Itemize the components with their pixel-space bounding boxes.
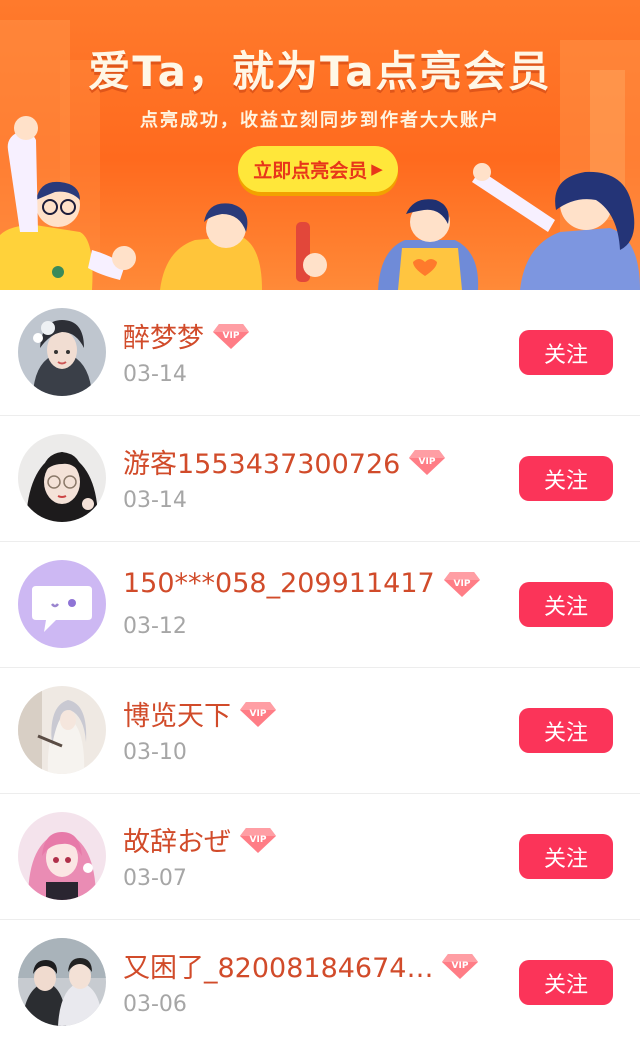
vip-diamond-icon: VIP <box>443 571 480 597</box>
vip-diamond-icon: VIP <box>442 953 479 979</box>
vip-diamond-icon: VIP <box>240 701 276 727</box>
avatar[interactable] <box>18 308 106 396</box>
follow-button[interactable]: 关注 <box>519 456 613 501</box>
username[interactable]: 游客1553437300726 <box>123 442 400 481</box>
list-item[interactable]: 醉梦梦 VIP 03-14 关注 <box>0 290 640 416</box>
username[interactable]: 醉梦梦 <box>123 316 204 355</box>
supporter-list: 醉梦梦 VIP 03-14 关注 游客1553437300726 VIP 03-… <box>0 290 640 1046</box>
svg-text:VIP: VIP <box>250 709 267 719</box>
banner-subtitle: 点亮成功，收益立刻同步到作者大大账户 <box>140 110 500 131</box>
avatar[interactable] <box>18 812 106 900</box>
follow-button[interactable]: 关注 <box>519 960 613 1005</box>
svg-text:VIP: VIP <box>453 579 470 589</box>
follow-date: 03-12 <box>123 614 187 639</box>
follow-button[interactable]: 关注 <box>519 708 613 753</box>
avatar[interactable] <box>18 434 106 522</box>
list-item[interactable]: 故辞おぜ VIP 03-07 关注 <box>0 794 640 920</box>
avatar[interactable] <box>18 560 106 648</box>
avatar[interactable] <box>18 686 106 774</box>
username[interactable]: 故辞おぜ <box>123 820 231 859</box>
list-item[interactable]: 博览天下 VIP 03-10 关注 <box>0 668 640 794</box>
follow-button[interactable]: 关注 <box>519 330 613 375</box>
follow-date: 03-14 <box>123 488 187 513</box>
follow-date: 03-10 <box>123 740 187 765</box>
banner-title: 爱Ta，就为Ta点亮会员 <box>88 47 552 96</box>
follow-button[interactable]: 关注 <box>519 834 613 879</box>
username[interactable]: 150***058_209911417 <box>123 568 435 599</box>
follow-date: 03-07 <box>123 866 187 891</box>
follow-date: 03-06 <box>123 992 187 1017</box>
svg-text:VIP: VIP <box>419 457 436 467</box>
username[interactable]: 博览天下 <box>123 694 231 733</box>
play-arrow-icon: ▶ <box>371 160 383 178</box>
list-item[interactable]: 游客1553437300726 VIP 03-14 关注 <box>0 416 640 542</box>
activate-membership-button[interactable]: 立即点亮会员 ▶ <box>238 146 398 192</box>
avatar[interactable] <box>18 938 106 1026</box>
promo-banner[interactable]: 爱Ta，就为Ta点亮会员 点亮成功，收益立刻同步到作者大大账户 立即点亮会员 ▶ <box>0 0 640 290</box>
vip-diamond-icon: VIP <box>240 827 276 853</box>
vip-diamond-icon: VIP <box>213 323 249 349</box>
username[interactable]: 又困了_82008184674… <box>123 946 433 985</box>
follow-button[interactable]: 关注 <box>519 582 613 627</box>
vip-diamond-icon: VIP <box>409 449 446 475</box>
follow-date: 03-14 <box>123 362 187 387</box>
list-item[interactable]: 150***058_209911417 VIP 03-12 关注 <box>0 542 640 668</box>
svg-text:VIP: VIP <box>452 961 469 971</box>
list-item[interactable]: 又困了_82008184674… VIP 03-06 关注 <box>0 920 640 1046</box>
svg-text:VIP: VIP <box>250 835 267 845</box>
svg-text:VIP: VIP <box>223 331 240 341</box>
activate-membership-label: 立即点亮会员 <box>253 159 368 182</box>
